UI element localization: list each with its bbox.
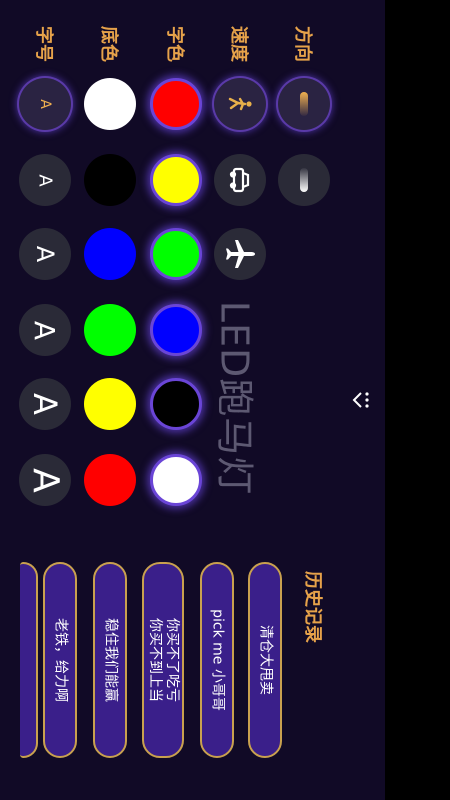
history-item-label: pick me 小哥哥 — [209, 609, 226, 711]
font-size-option-5[interactable]: A — [19, 378, 71, 430]
history-item[interactable] — [20, 562, 38, 758]
history-item[interactable]: 老铁，给力啊 — [43, 562, 77, 758]
font-size-option-6[interactable]: A — [19, 454, 71, 506]
text-color-header: 字色 — [164, 26, 185, 62]
speed-header: 速度 — [228, 26, 249, 62]
bg-color-swatch[interactable] — [84, 304, 136, 356]
panel-toggle-button[interactable] — [349, 385, 371, 415]
history-item[interactable]: 清仓大甩卖 — [248, 562, 282, 758]
bg-color-swatch[interactable] — [84, 378, 136, 430]
text-color-swatch[interactable] — [150, 454, 202, 506]
history-item-label: 稳住我们能赢 — [102, 618, 119, 702]
speed-medium-button[interactable] — [214, 154, 266, 206]
bg-color-swatch[interactable] — [84, 154, 136, 206]
history-item-label: 老铁，给力啊 — [52, 618, 69, 702]
font-size-option-2[interactable]: A — [19, 154, 71, 206]
font-size-label: A — [36, 99, 53, 109]
direction-up-icon — [300, 92, 308, 116]
font-size-label: A — [25, 393, 64, 415]
font-size-label: A — [28, 320, 62, 340]
history-item[interactable]: 稳住我们能赢 — [93, 562, 127, 758]
direction-header: 方向 — [292, 26, 313, 62]
speed-slow-button[interactable] — [214, 78, 266, 130]
bg-color-swatch[interactable] — [84, 78, 136, 130]
history-title: 历史记录 — [302, 571, 323, 643]
bg-color-header: 底色 — [98, 26, 119, 62]
font-size-label: A — [30, 245, 59, 263]
font-size-label: A — [24, 467, 66, 493]
text-color-swatch[interactable] — [150, 304, 202, 356]
text-color-swatch[interactable] — [150, 78, 202, 130]
airplane-icon — [226, 240, 255, 268]
history-item[interactable]: 你买不了吃亏 你买不到上当 — [142, 562, 184, 758]
font-size-header: 字号 — [33, 26, 54, 62]
history-item-label: 清仓大甩卖 — [257, 625, 274, 695]
direction-down-icon — [300, 168, 308, 192]
font-size-option-4[interactable]: A — [19, 304, 71, 356]
history-item[interactable]: pick me 小哥哥 — [200, 562, 234, 758]
bg-color-swatch[interactable] — [84, 228, 136, 280]
font-size-label: A — [34, 173, 56, 187]
walking-person-icon — [228, 97, 252, 111]
history-item-label: 你买不了吃亏 你买不到上当 — [147, 618, 180, 702]
direction-up-button[interactable] — [278, 78, 330, 130]
text-color-swatch[interactable] — [150, 378, 202, 430]
speed-fast-button[interactable] — [214, 228, 266, 280]
font-size-option-3[interactable]: A — [19, 228, 71, 280]
bg-color-swatch[interactable] — [84, 454, 136, 506]
text-color-swatch[interactable] — [150, 228, 202, 280]
car-icon — [229, 167, 250, 193]
text-color-swatch[interactable] — [150, 154, 202, 206]
preview-watermark: LED跑马灯 — [212, 300, 257, 496]
chevron-left-icon — [352, 392, 369, 408]
font-size-option-1[interactable]: A — [19, 78, 71, 130]
direction-down-button[interactable] — [278, 154, 330, 206]
control-panel: 字号 底色 字色 速度 方向 A A A A A A LED跑马灯 历史记录 清仓大甩卖 … — [0, 0, 385, 800]
